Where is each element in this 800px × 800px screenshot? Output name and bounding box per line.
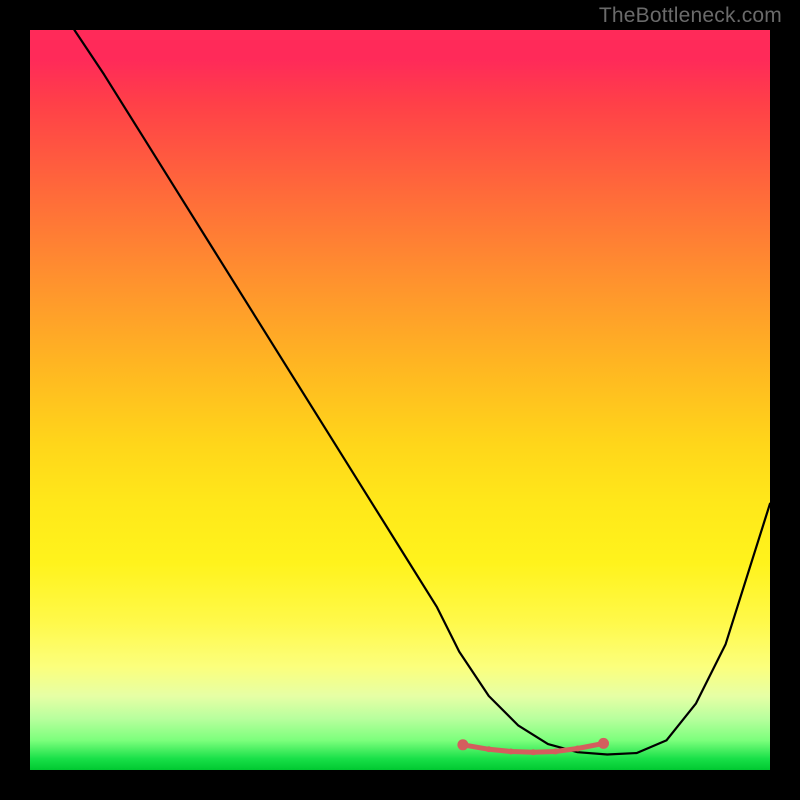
bottleneck-curve (74, 30, 770, 755)
marker-dot (575, 746, 581, 752)
chart-frame: TheBottleneck.com (0, 0, 800, 800)
marker-dot (457, 739, 468, 750)
plot-area (30, 30, 770, 770)
chart-svg (30, 30, 770, 770)
watermark-text: TheBottleneck.com (599, 4, 782, 28)
marker-dot (530, 749, 536, 755)
marker-dot (508, 749, 514, 755)
marker-dot (552, 749, 558, 755)
marker-dot (598, 738, 609, 749)
marker-dot (486, 746, 492, 752)
